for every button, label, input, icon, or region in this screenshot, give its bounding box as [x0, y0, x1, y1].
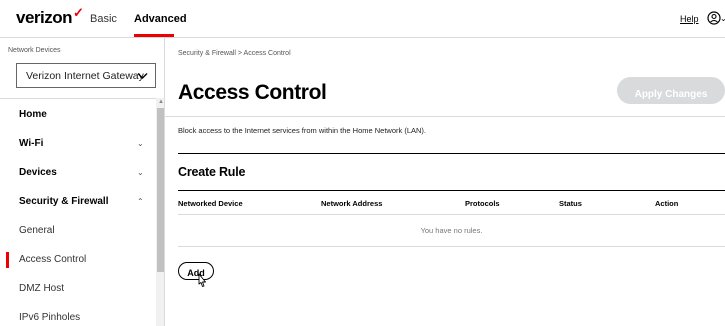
chevron-down-icon: ⌄	[137, 168, 144, 177]
table-top-border	[178, 190, 725, 191]
user-icon[interactable]	[707, 11, 721, 25]
user-menu-caret-icon[interactable]: ⌄	[720, 14, 725, 23]
verizon-logo[interactable]: verizon✓	[16, 5, 84, 28]
sidebar-item-devices[interactable]: Devices ⌄	[0, 158, 156, 187]
selected-device: Verizon Internet Gateway	[26, 70, 144, 82]
sidebar-item-label: Home	[19, 109, 47, 120]
sidebar-item-label: General	[19, 225, 55, 236]
sidebar-item-general[interactable]: General	[0, 216, 156, 245]
sidebar-item-label: DMZ Host	[19, 283, 64, 294]
mouse-pointer-icon	[198, 273, 206, 287]
sidebar-item-label: IPv6 Pinholes	[19, 312, 81, 323]
chevron-down-icon	[137, 73, 148, 79]
network-devices-label: Network Devices	[8, 47, 61, 54]
sidebar-item-label: Security & Firewall	[19, 196, 109, 207]
active-item-indicator	[6, 252, 9, 268]
sidebar-item-access-control[interactable]: Access Control	[0, 245, 156, 274]
tab-advanced[interactable]: Advanced	[134, 13, 187, 25]
logo-text: verizon	[16, 8, 73, 27]
scroll-up-arrow-icon[interactable]: ▲	[158, 99, 164, 105]
sidebar-item-dmz-host[interactable]: DMZ Host	[0, 274, 156, 303]
sidebar-item-label: Devices	[19, 167, 57, 178]
sidebar-item-label: Wi-Fi	[19, 138, 44, 149]
sidebar-item-home[interactable]: Home	[0, 100, 156, 129]
sidebar-item-ipv6-pinholes[interactable]: IPv6 Pinholes	[0, 303, 156, 326]
top-bar: verizon✓ Basic Advanced Help ⌄	[0, 0, 725, 38]
create-rule-heading: Create Rule	[178, 165, 246, 179]
sidebar-scrollbar[interactable]: ▲	[156, 98, 164, 326]
column-header-protocols: Protocols	[465, 199, 500, 208]
column-header-status: Status	[559, 199, 582, 208]
network-device-select[interactable]: Verizon Internet Gateway	[16, 63, 156, 88]
page-description: Block access to the Internet services fr…	[178, 126, 427, 135]
tab-basic[interactable]: Basic	[90, 13, 117, 25]
sidebar-item-security-firewall[interactable]: Security & Firewall ⌃	[0, 187, 156, 216]
page-title: Access Control	[178, 81, 327, 104]
logo-check-icon: ✓	[73, 5, 84, 20]
column-header-action: Action	[655, 199, 679, 208]
apply-changes-button[interactable]: Apply Changes	[617, 77, 725, 104]
sidebar-item-wifi[interactable]: Wi-Fi ⌄	[0, 129, 156, 158]
chevron-down-icon: ⌄	[137, 139, 144, 148]
active-tab-underline	[134, 34, 174, 37]
breadcrumb[interactable]: Security & Firewall > Access Control	[178, 50, 291, 57]
help-link[interactable]: Help	[680, 14, 699, 24]
column-header-networked-device: Networked Device	[178, 199, 243, 208]
sidebar-item-label: Access Control	[19, 254, 87, 265]
header-divider	[165, 116, 725, 117]
chevron-up-icon: ⌃	[137, 197, 144, 206]
sidebar-divider	[0, 98, 156, 99]
table-bottom-border	[178, 246, 725, 247]
section-divider	[178, 153, 725, 154]
scrollbar-thumb[interactable]	[157, 108, 164, 272]
table-header-divider	[178, 214, 725, 215]
column-header-network-address: Network Address	[321, 199, 383, 208]
empty-rules-message: You have no rules.	[420, 226, 483, 235]
sidebar: Network Devices Verizon Internet Gateway…	[0, 38, 165, 326]
